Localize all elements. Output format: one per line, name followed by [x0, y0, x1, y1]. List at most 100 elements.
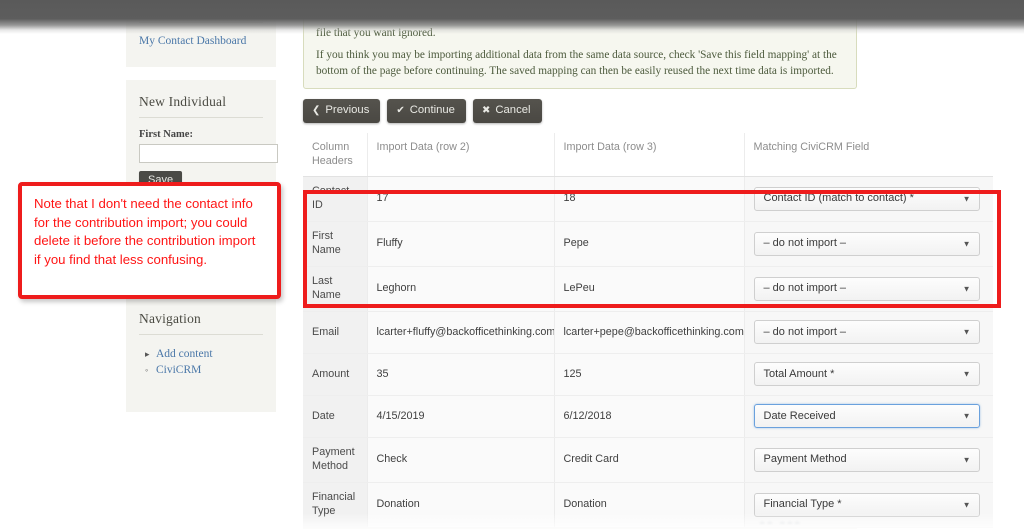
chevron-down-icon: ▼ [962, 455, 971, 465]
table-row: Financial Type Donation Donation Financial … [303, 482, 993, 529]
cell-import-row3: Credit Card [554, 437, 745, 484]
chevron-down-icon: ▼ [962, 369, 971, 379]
chevron-down-icon: ▼ [962, 327, 971, 337]
table-row: Last Name Leghorn LePeu – do not import – ▼ [303, 266, 993, 313]
cell-column-header: Amount [303, 353, 368, 397]
matching-field-select[interactable]: Total Amount * ▼ [753, 362, 980, 387]
cell-import-row2: Check [367, 437, 555, 484]
table-row: First Name Fluffy Pepe – do not import – ▼ [303, 221, 993, 268]
chevron-down-icon: ▼ [962, 500, 971, 510]
column-header-import-row2: Import Data (row 2) [367, 133, 555, 178]
sidebar-link-my-contact-dashboard[interactable]: My Contact Dashboard [139, 34, 263, 49]
check-icon: ✔ [396, 104, 405, 116]
new-individual-title: New Individual [139, 94, 227, 109]
cell-matching-field: Contact ID (match to contact) * ▼ [744, 176, 993, 223]
table-row: Amount 35 125 Total Amount * ▼ [303, 353, 993, 397]
cell-import-row3: 6/12/2018 [554, 395, 745, 439]
column-header-import-row3: Import Data (row 3) [554, 133, 745, 178]
circle-bullet-icon: ◦ [145, 364, 149, 375]
table-row: Contact ID 17 18 Contact ID (match to conta… [303, 176, 993, 223]
select-value: Contact ID (match to contact) * [763, 192, 914, 205]
select-value: Date Received [763, 409, 836, 422]
cell-column-header: Contact ID [303, 176, 368, 223]
matching-field-select[interactable]: – do not import – ▼ [753, 231, 980, 256]
screenshot-root: My Contact Dashboard New Individual Firs… [0, 0, 1024, 529]
select-value: Payment Method [763, 453, 847, 466]
main-content: fields from the drop-down lists in the r… [303, 0, 993, 529]
cell-matching-field: – do not import – ▼ [744, 266, 993, 313]
cell-import-row2: Fluffy [367, 221, 555, 268]
divider [139, 22, 263, 23]
top-button-row: ❮ Previous ✔ Continue ✖ Cancel [303, 99, 857, 124]
help-message-box: fields from the drop-down lists in the r… [303, 0, 857, 90]
triangle-bullet-icon: ▸ [145, 348, 150, 359]
button-label: Continue [409, 104, 455, 117]
sidebar-item-add-content[interactable]: ▸ Add content [139, 346, 263, 362]
cell-column-header: Last Name [303, 266, 368, 313]
annotation-note-box: Note that I don't need the contact info … [18, 182, 281, 299]
cell-column-header: Email [303, 311, 368, 355]
matching-field-select[interactable]: – do not import – ▼ [753, 276, 980, 301]
continue-button-top[interactable]: ✔ Continue [387, 99, 466, 124]
cell-import-row3: Donation [554, 482, 745, 529]
table-header: Column Headers Import Data (row 2) Impor… [303, 133, 993, 178]
annotation-note-text: Note that I don't need the contact info … [34, 196, 256, 267]
dashboard-block: My Contact Dashboard [126, 0, 276, 67]
column-header-matching-field: Matching CiviCRM Field [744, 133, 993, 178]
cell-import-row3: Pepe [554, 221, 745, 268]
first-name-label: First Name: [139, 129, 193, 140]
cell-import-row3: 125 [554, 353, 745, 397]
chevron-down-icon: ▼ [962, 194, 971, 204]
matching-field-select[interactable]: Contact ID (match to contact) * ▼ [753, 186, 980, 211]
sidebar-item-label[interactable]: Add content [156, 347, 213, 362]
help-text-cutoff: fields from the drop-down lists in the r… [316, 4, 823, 16]
first-name-input[interactable] [139, 143, 278, 163]
table-row: Date 4/15/2019 6/12/2018 Date Received ▼ [303, 395, 993, 439]
select-value: – do not import – [763, 282, 847, 295]
cell-import-row2: 17 [367, 176, 555, 223]
navigation-block: Navigation ▸ Add content ◦ CiviCRM [126, 296, 276, 412]
cell-matching-field: – do not import – ▼ [744, 221, 993, 268]
cell-matching-field: Date Received ▼ [744, 395, 993, 439]
cell-import-row3: LePeu [554, 266, 745, 313]
cell-import-row3: lcarter+pepe@backofficethinking.com [554, 311, 745, 355]
cell-import-row2: Donation [367, 482, 555, 529]
sidebar-item-label[interactable]: CiviCRM [156, 363, 201, 378]
divider [139, 333, 263, 335]
previous-button-top[interactable]: ❮ Previous [303, 99, 381, 124]
cell-import-row2: 35 [367, 353, 555, 397]
cell-column-header: Date [303, 395, 368, 439]
bottom-cutoff-text: –– ––– [760, 518, 802, 527]
cell-import-row2: 4/15/2019 [367, 395, 555, 439]
cell-import-row2: lcarter+fluffy@backofficethinking.com [367, 311, 555, 355]
chevron-down-icon: ▼ [962, 411, 971, 421]
navigation-list: ▸ Add content ◦ CiviCRM [139, 346, 263, 378]
cancel-button-top[interactable]: ✖ Cancel [472, 99, 542, 124]
navigation-title: Navigation [139, 310, 201, 326]
cell-column-header: Payment Method [303, 437, 368, 484]
select-value: Financial Type * [763, 498, 842, 511]
chevron-left-icon: ❮ [312, 104, 321, 116]
cell-matching-field: Total Amount * ▼ [744, 353, 993, 397]
matching-field-select[interactable]: Financial Type * ▼ [753, 492, 980, 517]
matching-field-select[interactable]: Payment Method ▼ [753, 447, 980, 472]
field-mapping-table: Column Headers Import Data (row 2) Impor… [303, 133, 993, 529]
matching-field-select[interactable]: Date Received ▼ [753, 404, 980, 429]
select-value: Total Amount * [763, 367, 835, 380]
cell-matching-field: Payment Method ▼ [744, 437, 993, 484]
cell-column-header: First Name [303, 221, 368, 268]
chevron-down-icon: ▼ [962, 284, 971, 294]
help-text-line1: file that you want ignored. [316, 26, 436, 39]
sidebar-item-civicrm[interactable]: ◦ CiviCRM [139, 362, 263, 378]
button-label: Cancel [495, 104, 531, 117]
select-value: – do not import – [763, 325, 847, 338]
column-header-column-headers: Column Headers [303, 133, 368, 178]
select-value: – do not import – [763, 237, 847, 250]
matching-field-select[interactable]: – do not import – ▼ [753, 320, 980, 345]
close-icon: ✖ [481, 104, 491, 116]
table-row: Email lcarter+fluffy@backofficethinking.c… [303, 311, 993, 355]
cell-import-row3: 18 [554, 176, 745, 223]
button-label: Previous [325, 104, 370, 117]
ghost-text: –– ––– [760, 518, 803, 527]
table-row: Payment Method Check Credit Card Payment Me… [303, 437, 993, 484]
